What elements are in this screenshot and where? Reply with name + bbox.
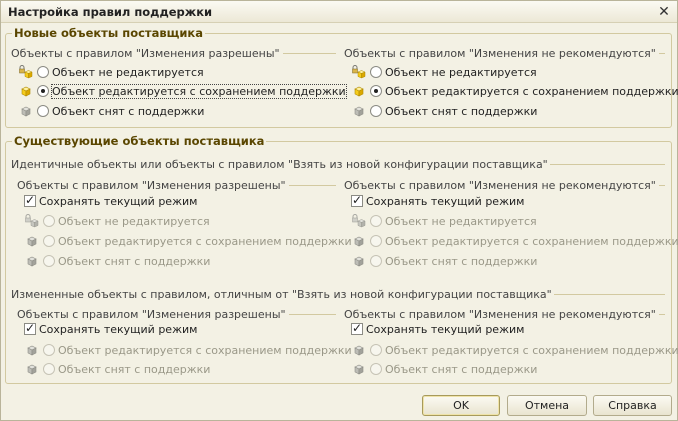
help-button[interactable]: Справка	[593, 395, 672, 416]
gray-cube-icon	[351, 103, 367, 119]
existing-objects-title: Существующие объекты поставщика	[14, 134, 265, 148]
checkbox-label: Сохранять текущий режим	[366, 322, 525, 336]
new-allowed-option-editable[interactable]: Объект редактируется с сохранением подде…	[18, 82, 347, 100]
identical-caption-frame: Идентичные объекты или объекты с правило…	[11, 158, 665, 171]
changed-allowed-keep-mode[interactable]: Сохранять текущий режим	[24, 320, 197, 338]
ok-button[interactable]: OK	[422, 395, 500, 416]
changed-caption: Измененные объекты с правилом, отличным …	[11, 288, 552, 301]
yellow-cube-icon	[18, 83, 34, 99]
option-label: Объект редактируется с сохранением подде…	[58, 343, 352, 357]
new-not-recommended-option-removed[interactable]: Объект снят с поддержки	[351, 102, 537, 120]
identical-not-recommended-option-editable[interactable]: Объект редактируется с сохранением подде…	[351, 232, 678, 250]
radio-button[interactable]	[43, 255, 55, 267]
radio-button[interactable]	[370, 105, 382, 117]
option-label: Объект снят с поддержки	[58, 362, 211, 376]
identical-allowed-caption-frame: Объекты с правилом "Изменения разрешены"	[17, 179, 336, 192]
keep-mode-checkbox[interactable]	[351, 321, 363, 335]
identical-allowed-caption: Объекты с правилом "Изменения разрешены"	[17, 179, 286, 192]
new-not-recommended-caption: Объекты с правилом "Изменения не рекомен…	[344, 47, 656, 60]
option-label: Объект снят с поддержки	[385, 254, 538, 268]
dialog-title: Настройка правил поддержки	[8, 5, 213, 19]
changed-not-recommended-keep-mode[interactable]: Сохранять текущий режим	[351, 320, 524, 338]
checkbox-label: Сохранять текущий режим	[39, 322, 198, 336]
gray-cube-icon	[24, 361, 40, 377]
new-allowed-caption-frame: Объекты с правилом "Изменения разрешены"	[11, 47, 336, 60]
identical-allowed-keep-mode[interactable]: Сохранять текущий режим	[24, 192, 197, 210]
radio-button[interactable]	[370, 363, 382, 375]
title-bar: Настройка правил поддержки ✕	[1, 1, 677, 23]
radio-button[interactable]	[43, 344, 55, 356]
radio-button[interactable]	[370, 215, 382, 227]
option-label: Объект снят с поддержки	[385, 362, 538, 376]
gray-cube-icon	[351, 361, 367, 377]
cancel-button[interactable]: Отмена	[507, 395, 587, 416]
identical-not-recommended-caption: Объекты с правилом "Изменения не рекомен…	[344, 179, 656, 192]
option-label: Объект редактируется с сохранением подде…	[51, 83, 347, 99]
option-label: Объект снят с поддержки	[385, 104, 538, 118]
lock-cube-icon	[351, 64, 367, 80]
changed-caption-frame: Измененные объекты с правилом, отличным …	[11, 288, 665, 301]
changed-not-recommended-option-removed[interactable]: Объект снят с поддержки	[351, 360, 537, 378]
option-label: Объект не редактируется	[58, 214, 210, 228]
radio-button-selected[interactable]	[370, 85, 382, 97]
gray-cube-icon	[351, 342, 367, 358]
option-label: Объект не редактируется	[52, 65, 204, 79]
radio-button[interactable]	[370, 255, 382, 267]
identical-allowed-option-locked[interactable]: Объект не редактируется	[24, 212, 210, 230]
option-label: Объект редактируется с сохранением подде…	[58, 234, 352, 248]
option-label: Объект не редактируется	[385, 214, 537, 228]
new-allowed-option-locked[interactable]: Объект не редактируется	[18, 63, 204, 81]
gray-cube-icon	[24, 233, 40, 249]
option-label: Объект редактируется с сохранением подде…	[385, 343, 678, 357]
gray-cube-icon	[351, 253, 367, 269]
radio-button-selected[interactable]	[37, 85, 49, 97]
gray-cube-icon	[24, 342, 40, 358]
option-label: Объект снят с поддержки	[58, 254, 211, 268]
gray-cube-icon	[18, 103, 34, 119]
lock-cube-icon	[351, 213, 367, 229]
gray-cube-icon	[24, 253, 40, 269]
changed-not-recommended-option-editable[interactable]: Объект редактируется с сохранением подде…	[351, 341, 678, 359]
identical-not-recommended-option-removed[interactable]: Объект снят с поддержки	[351, 252, 537, 270]
checkbox-label: Сохранять текущий режим	[39, 194, 198, 208]
new-not-recommended-caption-frame: Объекты с правилом "Изменения не рекомен…	[344, 47, 665, 60]
identical-allowed-option-removed[interactable]: Объект снят с поддержки	[24, 252, 210, 270]
radio-button[interactable]	[43, 363, 55, 375]
radio-button[interactable]	[43, 215, 55, 227]
new-allowed-caption: Объекты с правилом "Изменения разрешены"	[11, 47, 280, 60]
radio-button[interactable]	[37, 66, 49, 78]
option-label: Объект редактируется с сохранением подде…	[385, 234, 678, 248]
changed-allowed-option-editable[interactable]: Объект редактируется с сохранением подде…	[24, 341, 352, 359]
close-icon[interactable]: ✕	[655, 3, 673, 21]
gray-cube-icon	[351, 233, 367, 249]
new-not-recommended-option-editable[interactable]: Объект редактируется с сохранением подде…	[351, 82, 678, 100]
keep-mode-checkbox[interactable]	[24, 321, 36, 335]
new-objects-title: Новые объекты поставщика	[14, 26, 203, 40]
option-label: Объект не редактируется	[385, 65, 537, 79]
changed-allowed-option-removed[interactable]: Объект снят с поддержки	[24, 360, 210, 378]
radio-button[interactable]	[43, 235, 55, 247]
keep-mode-checkbox[interactable]	[24, 193, 36, 207]
checkbox-label: Сохранять текущий режим	[366, 194, 525, 208]
radio-button[interactable]	[370, 66, 382, 78]
yellow-cube-icon	[351, 83, 367, 99]
radio-button[interactable]	[370, 344, 382, 356]
option-label: Объект редактируется с сохранением подде…	[385, 84, 678, 98]
new-not-recommended-option-locked[interactable]: Объект не редактируется	[351, 63, 537, 81]
radio-button[interactable]	[370, 235, 382, 247]
radio-button[interactable]	[37, 105, 49, 117]
option-label: Объект снят с поддержки	[52, 104, 205, 118]
lock-cube-icon	[18, 64, 34, 80]
identical-caption: Идентичные объекты или объекты с правило…	[11, 158, 548, 171]
new-allowed-option-removed[interactable]: Объект снят с поддержки	[18, 102, 204, 120]
keep-mode-checkbox[interactable]	[351, 193, 363, 207]
lock-cube-icon	[24, 213, 40, 229]
identical-not-recommended-option-locked[interactable]: Объект не редактируется	[351, 212, 537, 230]
identical-allowed-option-editable[interactable]: Объект редактируется с сохранением подде…	[24, 232, 352, 250]
identical-not-recommended-keep-mode[interactable]: Сохранять текущий режим	[351, 192, 524, 210]
support-rules-dialog: Настройка правил поддержки ✕ Новые объек…	[0, 0, 678, 421]
identical-not-recommended-caption-frame: Объекты с правилом "Изменения не рекомен…	[344, 179, 665, 192]
